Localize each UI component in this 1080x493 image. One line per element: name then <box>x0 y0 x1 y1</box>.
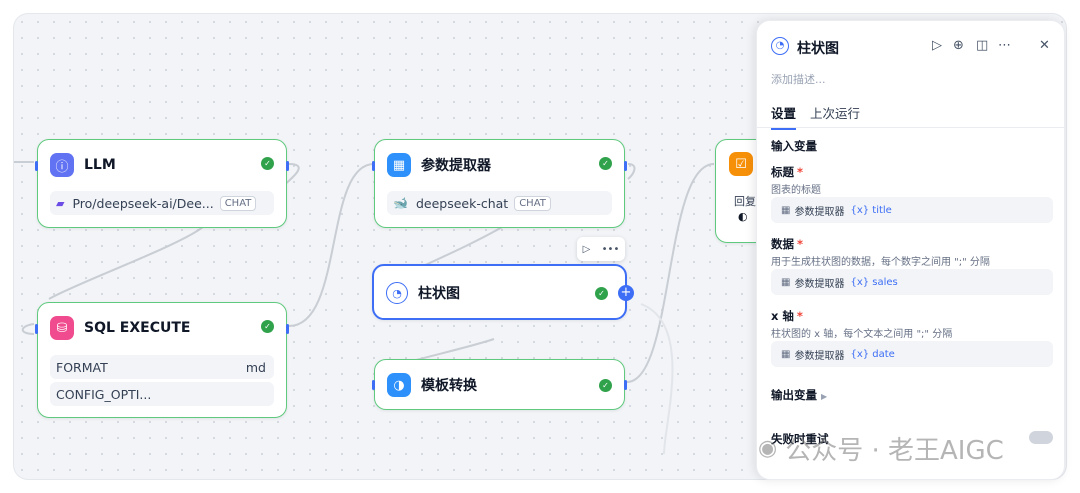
variable-source: 参数提取器 <box>794 278 845 290</box>
output-variables-toggle[interactable]: 输出变量 ▶ <box>771 387 827 403</box>
model-name: Pro/deepseek-ai/Dee... <box>72 195 214 211</box>
variable-name: {x} title <box>850 204 892 216</box>
node-title: 参数提取器 <box>421 158 491 174</box>
success-check-icon: ✓ <box>261 157 274 170</box>
edge-sql-loop <box>21 323 35 335</box>
node-title: LLM <box>84 157 116 173</box>
model-selector[interactable]: ▰ Pro/deepseek-ai/Dee... CHAT <box>50 191 274 215</box>
sql-execute-node[interactable]: ⛁ SQL EXECUTE ✓ FORMAT md CONFIG_OPTI... <box>35 302 289 418</box>
edge-llm-sql <box>48 225 205 300</box>
wechat-icon: ◉ <box>758 436 778 461</box>
input-port[interactable] <box>35 324 38 334</box>
input-port[interactable] <box>372 380 375 390</box>
param-label: CONFIG_OPTI... <box>56 386 152 402</box>
success-check-icon: ✓ <box>599 157 612 170</box>
field-label-x-axis: x 轴 * <box>771 309 803 323</box>
watermark: ◉ 公众号 · 老王AIGC <box>758 430 1004 467</box>
field-label-data: 数据 * <box>771 237 804 251</box>
node-title: 模板转换 <box>421 378 477 394</box>
variable-selector-title[interactable]: ▦ 参数提取器 {x} title <box>771 197 1053 223</box>
field-hint: 用于生成柱状图的数据，每个数字之间用 ";" 分隔 <box>771 257 990 268</box>
description-input[interactable]: 添加描述... <box>771 71 826 87</box>
output-port[interactable] <box>624 380 627 390</box>
node-title: 柱状图 <box>418 286 460 302</box>
output-port[interactable] <box>286 324 289 334</box>
deepseek-whale-icon: 🐋 <box>393 196 408 210</box>
output-port[interactable] <box>286 161 289 171</box>
variable-source: 参数提取器 <box>794 206 845 218</box>
tab-divider <box>757 127 1064 128</box>
edge-param-loop <box>627 163 636 180</box>
node-hover-toolbar: ▷ ••• <box>577 237 625 261</box>
chart-tool-icon: ◔ <box>386 282 408 304</box>
extractor-icon: ▦ <box>781 276 791 288</box>
edge-template-answer <box>626 163 715 383</box>
caret-right-icon: ▶ <box>821 392 828 401</box>
split-view-icon[interactable]: ◫ <box>976 38 988 53</box>
run-icon[interactable]: ▷ <box>932 38 942 53</box>
bar-chart-node[interactable]: ◔ 柱状图 ✓ + <box>372 264 634 320</box>
node-title: SQL EXECUTE <box>84 320 191 336</box>
input-variables-heading: 输入变量 <box>771 139 817 153</box>
field-hint: 柱状图的 x 轴，每个文本之间用 ";" 分隔 <box>771 329 953 340</box>
more-icon[interactable]: ••• <box>602 244 620 255</box>
success-check-icon: ✓ <box>599 379 612 392</box>
database-icon: ⛁ <box>50 316 74 340</box>
watermark-text: 公众号 · 老王AIGC <box>785 436 1004 466</box>
model-selector[interactable]: 🐋 deepseek-chat CHAT <box>387 191 612 215</box>
input-port[interactable] <box>35 161 38 171</box>
more-icon[interactable]: ⋯ <box>998 38 1011 53</box>
success-check-icon: ✓ <box>261 320 274 333</box>
model-mode-tag: CHAT <box>514 195 551 211</box>
panel-title[interactable]: 柱状图 <box>797 38 839 58</box>
node-settings-panel: ◔ 柱状图 ▷ ⊕ ◫ ⋯ ✕ 添加描述... 设置 上次运行 输入变量 标题 *… <box>756 20 1065 480</box>
extractor-icon: ▦ <box>781 348 791 360</box>
run-icon[interactable]: ▷ <box>583 244 591 255</box>
panel-tabs: 设置 上次运行 <box>771 103 860 130</box>
panel-node-icon: ◔ <box>771 37 789 55</box>
variable-name: {x} sales <box>850 276 898 288</box>
extractor-icon: ▦ <box>781 204 791 216</box>
param-row: CONFIG_OPTI... <box>50 382 274 406</box>
model-name: deepseek-chat <box>415 195 509 211</box>
retry-toggle[interactable] <box>1029 431 1053 444</box>
template-transform-node[interactable]: ◑ 模板转换 ✓ <box>372 359 627 410</box>
template-icon: ◑ <box>387 373 411 397</box>
variable-selector-data[interactable]: ▦ 参数提取器 {x} sales <box>771 269 1053 295</box>
tab-last-run[interactable]: 上次运行 <box>810 103 860 130</box>
llm-node[interactable]: ⓘ LLM ✓ ▰ Pro/deepseek-ai/Dee... CHAT <box>35 139 289 228</box>
tab-settings[interactable]: 设置 <box>771 103 797 130</box>
answer-icon: ☑ <box>729 152 753 176</box>
llm-icon: ⓘ <box>50 153 74 177</box>
param-extractor-node[interactable]: ▦ 参数提取器 ✓ 🐋 deepseek-chat CHAT <box>372 139 627 228</box>
model-mode-tag: CHAT <box>219 195 257 211</box>
success-check-icon: ✓ <box>595 287 608 300</box>
param-label: FORMAT <box>56 359 108 375</box>
add-next-node-button[interactable]: + <box>618 285 634 301</box>
param-value: md <box>245 359 266 375</box>
close-icon[interactable]: ✕ <box>1039 38 1050 53</box>
answer-label: 回复 <box>734 195 756 208</box>
param-row: FORMAT md <box>50 355 274 379</box>
edge-chart-out <box>640 303 674 455</box>
variable-name: {x} date <box>850 348 895 360</box>
variable-source: 参数提取器 <box>794 350 845 362</box>
field-hint: 图表的标题 <box>771 185 821 196</box>
model-brand-icon: ◐ <box>738 210 748 223</box>
variable-selector-x-axis[interactable]: ▦ 参数提取器 {x} date <box>771 341 1053 367</box>
output-port[interactable] <box>624 161 627 171</box>
crosshair-icon[interactable]: ⊕ <box>953 38 964 53</box>
input-port[interactable] <box>372 161 375 171</box>
extractor-icon: ▦ <box>387 153 411 177</box>
edge-sql-param <box>288 163 375 327</box>
model-brand-icon: ▰ <box>56 196 65 210</box>
field-label-title: 标题 * <box>771 165 804 179</box>
